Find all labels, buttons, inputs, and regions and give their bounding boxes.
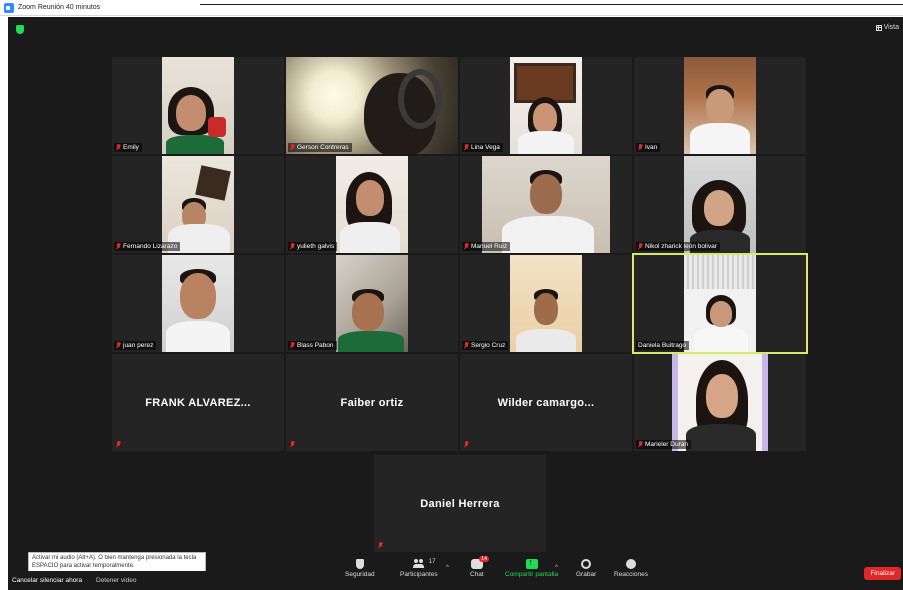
- share-caret-icon[interactable]: ^: [555, 565, 558, 571]
- stop-video-button[interactable]: Detener video: [96, 577, 136, 584]
- participant-nameplate: Marieler Duran: [636, 440, 691, 449]
- participant-tile[interactable]: Nikol zharick león bolivar: [634, 156, 806, 253]
- mic-muted-icon: [638, 243, 643, 250]
- record-icon: [581, 559, 592, 569]
- mic-muted-icon: [464, 243, 469, 250]
- mic-muted-icon: [290, 342, 295, 349]
- participant-tile[interactable]: juan perez: [112, 255, 284, 352]
- mic-muted-icon: [290, 144, 295, 151]
- share-screen-button[interactable]: Compartir pantalla: [505, 557, 558, 578]
- mic-muted-icon: [116, 441, 121, 448]
- participant-name: FRANK ALVAREZ...: [145, 396, 251, 409]
- chat-button[interactable]: 14 Chat: [470, 556, 489, 578]
- mic-muted-icon: [290, 441, 295, 448]
- zoom-logo-icon: [4, 2, 14, 13]
- unmute-tooltip: Activar mi audio (Alt+A). O bien manteng…: [28, 552, 206, 573]
- window-title: Zoom Reunión 40 minutos: [18, 4, 101, 11]
- participant-name: Faiber ortiz: [340, 396, 404, 409]
- mic-muted-icon: [638, 144, 643, 151]
- participant-nameplate: yulieth galvis: [288, 242, 338, 251]
- participant-tile[interactable]: Wilder camargo...: [460, 354, 632, 451]
- meeting-toolbar: Cancelar silenciar ahora Detener video S…: [8, 556, 903, 590]
- reactions-icon: [625, 559, 636, 569]
- view-label: Vista: [883, 24, 899, 31]
- mic-muted-icon: [464, 342, 469, 349]
- view-button[interactable]: Vista: [875, 24, 899, 31]
- participants-caret-icon[interactable]: ^: [446, 565, 449, 571]
- participant-tile[interactable]: Lina Vega: [460, 57, 632, 154]
- participant-nameplate: juan perez: [114, 341, 157, 350]
- participant-name: Daniel Herrera: [420, 497, 500, 510]
- participant-tile[interactable]: Ivan: [634, 57, 806, 154]
- participant-tile[interactable]: Faiber ortiz: [286, 354, 458, 451]
- mic-muted-icon: [290, 243, 295, 250]
- title-bar: Zoom Reunión 40 minutos: [0, 0, 903, 16]
- participants-icon: 17: [412, 559, 435, 569]
- mic-muted-icon: [464, 144, 469, 151]
- divider: [200, 4, 903, 5]
- mic-muted-icon: [464, 441, 469, 448]
- participant-nameplate: Gerson Contreras: [288, 143, 352, 152]
- participant-tile[interactable]: Sergio Cruz: [460, 255, 632, 352]
- participant-nameplate: Blass Pabon: [288, 341, 337, 350]
- participant-nameplate: Manuel Ruiz: [462, 242, 511, 251]
- mic-muted-icon: [116, 243, 121, 250]
- participants-button[interactable]: 17 Participantes: [400, 559, 438, 578]
- mic-muted-icon: [116, 342, 121, 349]
- participant-nameplate: Emily: [114, 143, 142, 152]
- unmute-button[interactable]: Cancelar silenciar ahora: [12, 577, 82, 584]
- participant-tile[interactable]: Manuel Ruiz: [460, 156, 632, 253]
- participant-nameplate: Sergio Cruz: [462, 341, 509, 350]
- meeting-area: Vista Emily Gerson Contreras Lina Vega I…: [8, 17, 903, 590]
- participant-tile[interactable]: Marieler Duran: [634, 354, 806, 451]
- security-button[interactable]: Seguridad: [345, 559, 375, 578]
- participant-nameplate: Fernando Lizarazo: [114, 242, 181, 251]
- chat-badge: 14: [479, 556, 489, 562]
- shield-icon: [355, 559, 364, 569]
- encryption-shield-icon[interactable]: [16, 25, 24, 34]
- end-meeting-button[interactable]: Finalizar: [864, 567, 901, 580]
- participant-nameplate: Lina Vega: [462, 143, 503, 152]
- participants-count: 17: [428, 559, 436, 565]
- participant-nameplate: Daniela Buitrago: [636, 341, 690, 350]
- participant-tile-active-speaker[interactable]: Daniela Buitrago: [632, 253, 808, 354]
- mic-muted-icon: [638, 441, 643, 448]
- participant-name: Wilder camargo...: [497, 396, 595, 409]
- chat-icon: 14: [470, 556, 489, 569]
- record-button[interactable]: Grabar: [576, 559, 596, 578]
- participant-nameplate: Ivan: [636, 143, 661, 152]
- participant-tile[interactable]: yulieth galvis: [286, 156, 458, 253]
- grid-view-icon: [875, 24, 882, 31]
- participant-tile[interactable]: Emily: [112, 57, 284, 154]
- mic-muted-icon: [378, 542, 383, 549]
- participant-nameplate: Nikol zharick león bolivar: [636, 242, 720, 251]
- participant-tile[interactable]: FRANK ALVAREZ...: [112, 354, 284, 451]
- participant-tile[interactable]: Blass Pabon: [286, 255, 458, 352]
- reactions-button[interactable]: Reacciones: [614, 559, 648, 578]
- participant-tile[interactable]: Gerson Contreras: [286, 57, 458, 154]
- participant-tile[interactable]: Daniel Herrera: [374, 455, 546, 552]
- mic-muted-icon: [116, 144, 121, 151]
- share-screen-icon: [525, 557, 538, 569]
- participant-tile[interactable]: Fernando Lizarazo: [112, 156, 284, 253]
